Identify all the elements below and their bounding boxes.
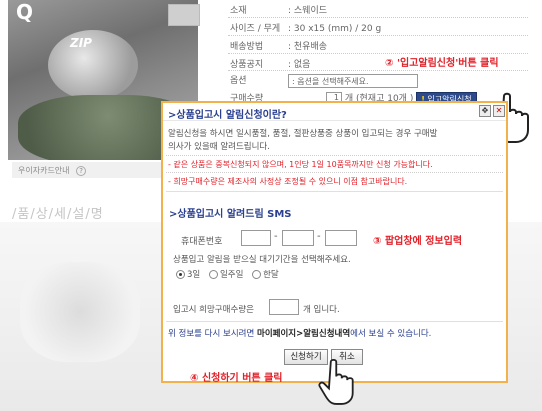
spec-label: 배송방법	[230, 42, 264, 52]
close-icon[interactable]: ✕	[493, 105, 505, 117]
detail-image	[20, 262, 140, 362]
photo-text: ZIP	[70, 36, 92, 50]
info-suffix: 에서 보실 수 있습니다.	[350, 329, 432, 339]
popup-description: 알림신청을 하시면 일시품절, 품절, 절판상품중 상품이 입고되는 경우 구매…	[168, 129, 438, 139]
spec-row: 사이즈 / 무게 : 30 x15 (mm) / 20 g	[230, 21, 381, 34]
spec-row: 상품공지 : 없음	[230, 57, 310, 70]
popup-note: - 같은 상품은 중복신청되지 않으며, 1인당 1일 10품목까지만 신청 가…	[168, 160, 433, 169]
info-line: 위 정보를 다시 보시려면 마이페이지>알림신청내역에서 보실 수 있습니다.	[168, 327, 431, 339]
spec-value: : 천유배송	[288, 42, 328, 52]
spec-row: 배송방법 : 천유배송	[230, 39, 327, 52]
phone-field-1[interactable]	[241, 230, 271, 246]
desired-qty-input[interactable]	[269, 299, 299, 315]
help-circle-icon: ?	[76, 166, 87, 176]
radio-label: 3일	[187, 270, 201, 280]
radio-1month[interactable]: 한달	[252, 270, 279, 280]
radio-label: 일주일	[219, 270, 244, 280]
radio-1week[interactable]: 일주일	[208, 270, 244, 280]
callout-step-4: ④ 신청하기 버튼 클릭	[190, 373, 283, 384]
spec-row: 소재 : 스웨이드	[230, 3, 327, 16]
divider	[166, 172, 503, 173]
divider	[166, 321, 503, 322]
spec-value: : 스웨이드	[288, 6, 328, 16]
info-link[interactable]: 마이페이지>알림신청내역	[257, 329, 350, 339]
popup-title: >상품입고시 알림신청이란?	[168, 110, 287, 121]
info-prefix: 위 정보를 다시 보시려면	[168, 329, 255, 339]
spec-label: 사이즈 / 무게	[230, 24, 281, 34]
desired-qty-label: 입고시 희망구매수량은	[173, 305, 254, 315]
sms-section-title: >상품입고시 알려드림 SMS	[169, 209, 292, 220]
phone-field-3[interactable]	[325, 230, 357, 246]
popup-header: >상품입고시 알림신청이란? ✥ ✕	[163, 103, 506, 121]
radio-label: 한달	[263, 270, 279, 280]
radio-icon	[176, 270, 185, 279]
radio-icon	[208, 270, 218, 279]
popup-description: 의사가 있을때 알려드립니다.	[168, 142, 270, 152]
divider	[166, 191, 503, 192]
option-label: 옵션	[230, 76, 247, 86]
spec-label: 소재	[230, 6, 247, 16]
option-row: 옵션 : 옵션을 선택해주세요.	[230, 73, 418, 88]
radio-icon	[252, 270, 262, 279]
desired-qty-suffix: 개 입니다.	[303, 305, 340, 315]
spec-label: 상품공지	[230, 60, 264, 70]
radio-3days[interactable]: 3일	[176, 270, 200, 280]
callout-step-2: ② '입고알림신청'버튼 클릭	[385, 58, 499, 69]
divider	[166, 155, 503, 156]
photo-shape	[48, 30, 138, 100]
phone-field-2[interactable]	[282, 230, 314, 246]
product-thumbnail[interactable]	[168, 4, 200, 26]
wait-period-radios: 3일 일주일 한달	[176, 268, 285, 280]
spec-value: : 30 x15 (mm) / 20 g	[288, 24, 382, 34]
popup-note: - 희망구매수량은 제조사의 사정상 조정될 수 있으니 이점 참고바랍니다.	[168, 177, 408, 186]
callout-step-3: ③ 팝업창에 정보입력	[373, 236, 463, 247]
photo-logo-q: Q	[16, 0, 34, 24]
detail-title: /품/상/세/설/명	[12, 207, 104, 222]
spec-value: : 없음	[288, 60, 311, 70]
phone-dash: -	[274, 231, 278, 242]
move-icon[interactable]: ✥	[479, 105, 491, 117]
phone-dash: -	[317, 231, 321, 242]
pointer-hand-icon	[318, 358, 354, 405]
phone-label: 휴대폰번호	[181, 237, 223, 247]
wait-period-label: 상품입고 알림을 받으실 대기기간을 선택해주세요.	[173, 255, 351, 265]
divider	[228, 35, 528, 36]
option-select[interactable]: : 옵션을 선택해주세요.	[288, 73, 418, 88]
card-info-label: 우이자카드안내	[18, 166, 70, 175]
divider	[228, 70, 528, 71]
divider	[228, 17, 528, 18]
